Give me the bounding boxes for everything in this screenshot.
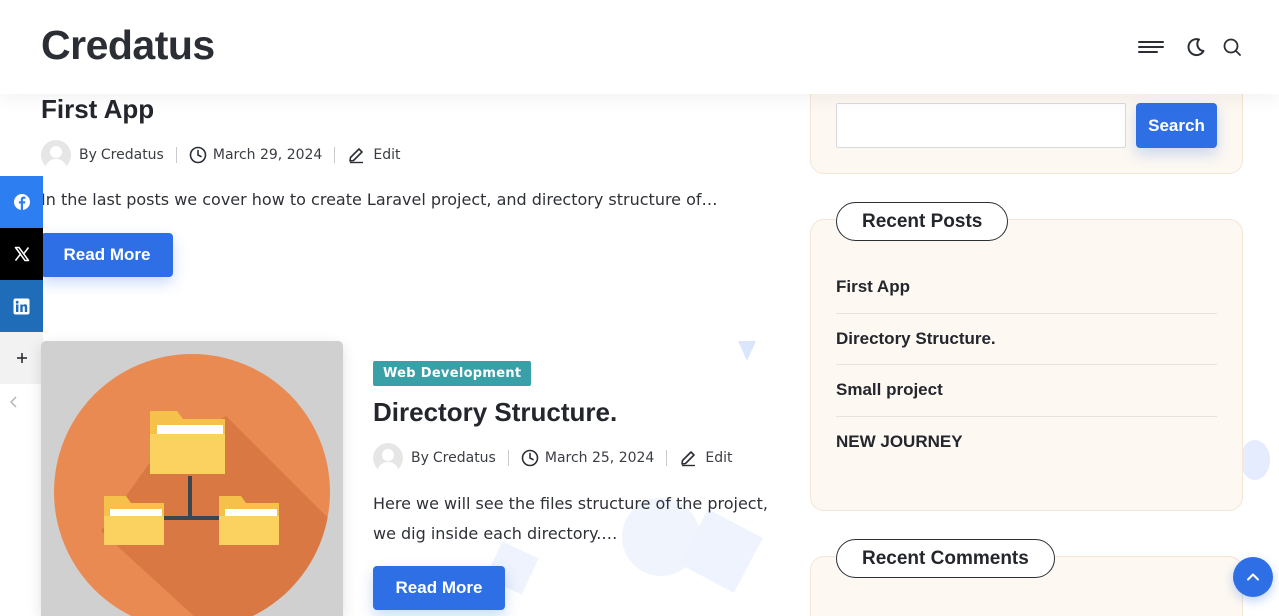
facebook-share-button[interactable] — [0, 176, 43, 228]
edit-link[interactable]: Edit — [705, 450, 732, 466]
edit-link[interactable]: Edit — [373, 147, 400, 163]
decorative-triangle — [738, 341, 756, 361]
meta-divider — [175, 147, 177, 163]
post-meta: By Credatus March 29, 2024 Edit — [41, 140, 400, 170]
widget-heading: Recent Posts — [836, 202, 1009, 241]
search-icon[interactable] — [1220, 35, 1244, 59]
search-input[interactable] — [836, 103, 1126, 148]
post-date[interactable]: March 25, 2024 — [545, 450, 654, 466]
search-button[interactable]: Search — [1136, 103, 1217, 148]
post-meta: By Credatus March 25, 2024 Edit — [373, 443, 732, 473]
plus-icon — [16, 353, 27, 363]
chevron-left-icon — [9, 396, 17, 408]
post-title[interactable]: Directory Structure. — [373, 397, 617, 428]
more-share-button[interactable] — [0, 332, 43, 384]
widget-heading: Recent Comments — [836, 539, 1055, 578]
author-link[interactable]: Credatus — [433, 450, 496, 466]
recent-post-link[interactable]: NEW JOURNEY — [836, 417, 1217, 469]
edit-icon — [349, 148, 364, 164]
post-thumbnail[interactable] — [41, 341, 343, 616]
post-excerpt: Here we will see the files structure of … — [373, 494, 768, 543]
edit-icon — [681, 451, 696, 467]
linkedin-icon — [13, 298, 30, 314]
post-excerpt: In the last posts we cover how to create… — [41, 190, 718, 209]
meta-divider — [334, 147, 336, 163]
folder-tree-icon — [54, 354, 330, 616]
facebook-icon — [13, 194, 30, 210]
recent-post-link[interactable]: Small project — [836, 365, 1217, 417]
moon-icon[interactable] — [1184, 35, 1208, 59]
site-logo[interactable]: Credatus — [41, 22, 215, 69]
author-link[interactable]: Credatus — [101, 147, 164, 163]
author-prefix: By — [79, 147, 97, 163]
meta-divider — [666, 450, 668, 466]
menu-icon[interactable] — [1138, 35, 1164, 59]
x-icon — [14, 246, 29, 262]
x-share-button[interactable] — [0, 228, 43, 280]
clock-icon — [189, 146, 207, 164]
category-badge[interactable]: Web Development — [373, 361, 532, 386]
scroll-to-top-button[interactable] — [1233, 557, 1273, 597]
read-more-button[interactable]: Read More — [373, 566, 505, 610]
share-collapse-button[interactable] — [6, 392, 22, 412]
post-date[interactable]: March 29, 2024 — [213, 147, 322, 163]
avatar — [373, 443, 403, 473]
avatar — [41, 140, 71, 170]
recent-post-link[interactable]: Directory Structure. — [836, 314, 1217, 365]
decorative-dot — [1240, 440, 1270, 480]
post-title[interactable]: First App — [41, 94, 154, 125]
read-more-button[interactable]: Read More — [41, 233, 173, 277]
linkedin-share-button[interactable] — [0, 280, 43, 332]
meta-divider — [507, 450, 509, 466]
recent-post-link[interactable]: First App — [836, 262, 1217, 314]
clock-icon — [521, 449, 539, 467]
author-prefix: By — [411, 450, 429, 466]
chevron-up-icon — [1247, 573, 1259, 581]
site-header: Credatus — [0, 0, 1279, 94]
recent-posts-list: First App Directory Structure. Small pro… — [836, 262, 1217, 468]
